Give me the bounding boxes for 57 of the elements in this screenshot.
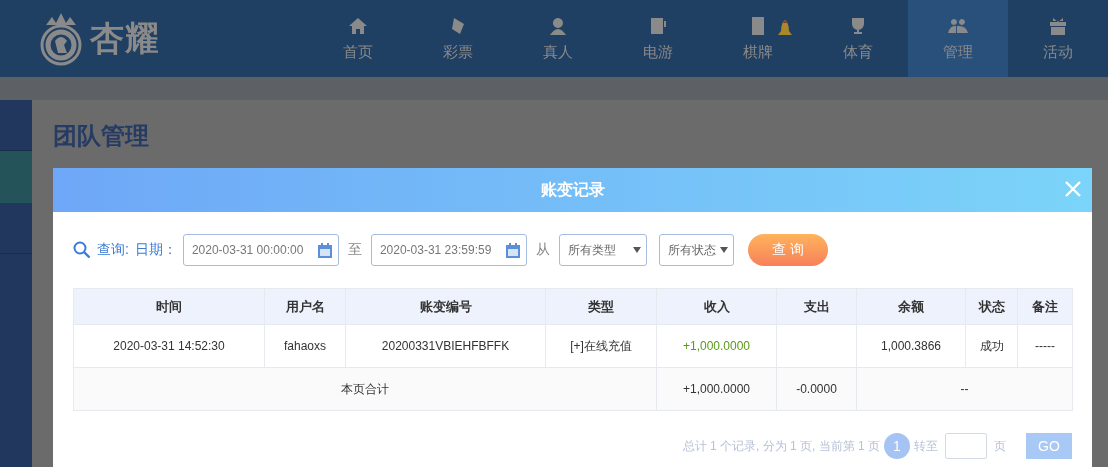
- page-label: 页: [994, 437, 1006, 455]
- table-cell: --: [856, 367, 1073, 411]
- close-icon[interactable]: [1064, 180, 1082, 198]
- logo-text: 杏耀: [90, 17, 160, 59]
- table-cell: fahaoxs: [264, 324, 346, 368]
- nav-tab[interactable]: 管理: [908, 0, 1008, 77]
- record-summary: 总计 1 个记录, 分为 1 页, 当前第 1 页: [682, 437, 880, 455]
- column-header: 收入: [656, 288, 777, 325]
- search-button[interactable]: 查 询: [747, 234, 828, 266]
- type-dropdown[interactable]: 所有类型: [558, 234, 647, 266]
- table-cell: +1,000.0000: [656, 367, 777, 411]
- query-label: 查询:: [97, 241, 129, 259]
- search-icon: [73, 241, 91, 259]
- date-field[interactable]: 2020-03-31 23:59:59: [370, 234, 527, 266]
- column-header: 余额: [856, 288, 966, 325]
- nav-tab[interactable]: 彩票: [408, 0, 508, 77]
- page-input[interactable]: [945, 433, 987, 459]
- home-icon: [347, 15, 369, 37]
- status-dropdown[interactable]: 所有状态: [658, 234, 734, 266]
- table-cell: 20200331VBIEHFBFFK: [345, 324, 546, 368]
- table-cell: 2020-03-31 14:52:30: [73, 324, 265, 368]
- calendar-icon: [505, 242, 520, 258]
- sidebar-item[interactable]: [0, 151, 32, 203]
- column-header: 备注: [1017, 288, 1073, 325]
- go-button[interactable]: GO: [1026, 433, 1072, 459]
- caret-icon: [719, 247, 728, 253]
- column-header: 类型: [545, 288, 657, 325]
- calendar-icon: [317, 242, 332, 258]
- dialog-title: 账变记录: [540, 179, 605, 200]
- table-cell: -----: [1017, 324, 1073, 368]
- nav-tab[interactable]: 真人: [508, 0, 608, 77]
- gift-icon: [1047, 15, 1069, 37]
- page-title: 团队管理: [53, 121, 150, 151]
- column-header: 支出: [776, 288, 857, 325]
- nav-tab[interactable]: 活动: [1008, 0, 1108, 77]
- page-number[interactable]: 1: [884, 433, 910, 459]
- from-label: 从: [535, 241, 550, 259]
- table-cell: +1,000.0000: [656, 324, 777, 368]
- column-header: 用户名: [264, 288, 346, 325]
- table-cell: [+]在线充值: [545, 324, 657, 368]
- date-label: 日期：: [134, 241, 177, 259]
- nav-tab[interactable]: 棋牌: [708, 0, 808, 77]
- to-label: 至: [347, 241, 362, 259]
- caret-icon: [632, 247, 641, 253]
- column-header: 时间: [73, 288, 265, 325]
- date-field[interactable]: 2020-03-31 00:00:00: [182, 234, 339, 266]
- nav-tab[interactable]: 体育: [808, 0, 908, 77]
- nav-tab[interactable]: 首页: [308, 0, 408, 77]
- nav-tab[interactable]: 电游: [608, 0, 708, 77]
- column-header: 状态: [965, 288, 1018, 325]
- table-cell: 成功: [965, 324, 1018, 368]
- column-header: 账变编号: [345, 288, 546, 325]
- table-cell: 本页合计: [73, 367, 657, 411]
- table-cell: -0.0000: [776, 367, 857, 411]
- table-cell: 1,000.3866: [856, 324, 966, 368]
- person-icon: [547, 15, 569, 37]
- goto-label: 转至: [914, 437, 938, 455]
